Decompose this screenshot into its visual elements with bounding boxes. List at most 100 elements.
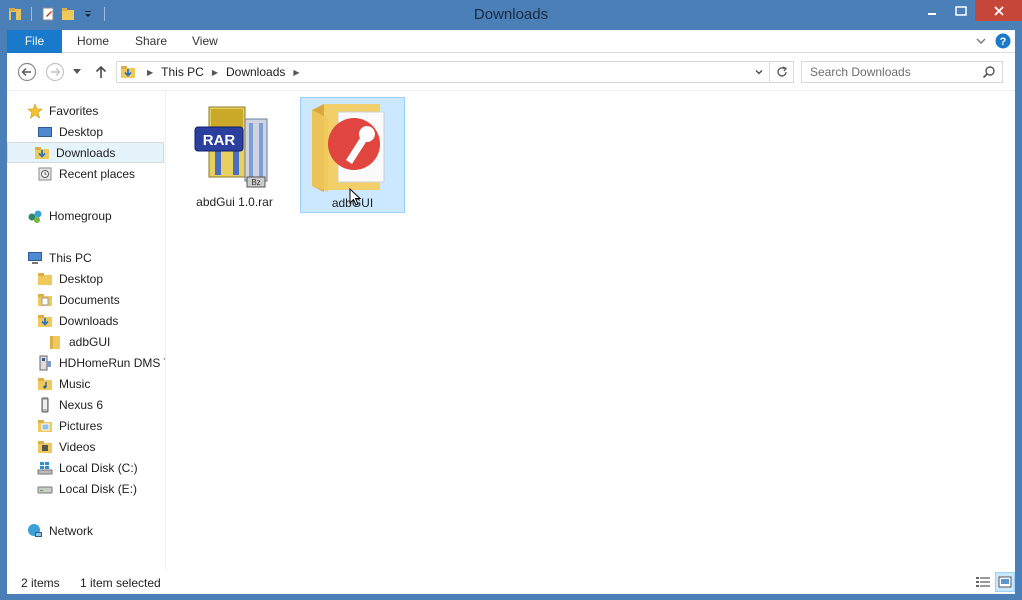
nav-pc-adbgui-label: adbGUI: [69, 334, 111, 349]
nav-network-label: Network: [49, 523, 94, 538]
large-icons-view-icon[interactable]: [995, 572, 1015, 592]
nav-favorites[interactable]: Favorites: [27, 100, 98, 121]
adbgui-folder-icon: [312, 104, 385, 192]
details-view-icon[interactable]: [973, 572, 993, 592]
nav-pc-desktop-label: Desktop: [59, 271, 104, 286]
file-list: RAR Bz abdGui 1.0.rar adbGUI: [166, 91, 1015, 570]
nav-pc-downloads[interactable]: Downloads: [37, 310, 118, 331]
nav-this-pc[interactable]: This PC: [27, 247, 92, 268]
expand-ribbon-icon[interactable]: [975, 35, 987, 50]
refresh-button[interactable]: [770, 61, 794, 83]
folder-item-selected[interactable]: adbGUI: [300, 97, 405, 213]
view-switcher: [973, 572, 1015, 592]
address-row: ▶ This PC ▶ Downloads ▶ Search Downloads: [7, 53, 1015, 91]
nav-pc-videos-label: Videos: [59, 439, 96, 454]
recent-places-icon: [37, 166, 53, 182]
forward-button[interactable]: [44, 61, 66, 83]
nav-recent-places[interactable]: Recent places: [37, 163, 135, 184]
rar-archive-icon: RAR Bz: [194, 106, 268, 188]
address-dropdown-icon[interactable]: [751, 64, 767, 80]
nav-pc-pictures[interactable]: Pictures: [37, 415, 102, 436]
search-icon[interactable]: [982, 65, 996, 82]
nav-pc-pictures-label: Pictures: [59, 418, 103, 433]
svg-text:Bz: Bz: [251, 178, 260, 187]
tab-view[interactable]: View: [192, 30, 218, 53]
address-bar[interactable]: ▶ This PC ▶ Downloads ▶: [116, 61, 770, 83]
nav-pc-nexus[interactable]: Nexus 6: [37, 394, 103, 415]
downloads-icon: [37, 313, 53, 329]
content-area: Favorites Desktop Downloads Recent place…: [7, 91, 1015, 570]
nav-this-pc-label: This PC: [49, 250, 92, 265]
nav-homegroup-label: Homegroup: [49, 208, 112, 223]
tab-file[interactable]: File: [7, 30, 62, 53]
nav-pc-local-e[interactable]: Local Disk (E:): [37, 478, 137, 499]
nav-pc-local-c-label: Local Disk (C:): [59, 460, 138, 475]
windows-drive-icon: [37, 460, 53, 476]
file-item[interactable]: RAR Bz abdGui 1.0.rar: [182, 97, 287, 213]
breadcrumb-separator: ▶: [293, 67, 300, 77]
homegroup-icon: [27, 208, 43, 224]
nav-pc-documents-label: Documents: [59, 292, 120, 307]
back-button[interactable]: [16, 61, 38, 83]
close-button[interactable]: [975, 0, 1022, 21]
up-button[interactable]: [90, 61, 112, 83]
window-controls: [917, 0, 1022, 21]
phone-icon: [37, 397, 53, 413]
nav-pc-downloads-label: Downloads: [59, 313, 119, 328]
computer-icon: [27, 250, 43, 266]
window-title: Downloads: [473, 6, 549, 23]
nav-network[interactable]: Network: [27, 520, 93, 541]
nav-pc-adbgui[interactable]: adbGUI: [47, 331, 110, 352]
nav-downloads-label: Downloads: [56, 145, 116, 160]
nav-pc-hdhomerun-label: HDHomeRun DMS T: [59, 355, 165, 370]
star-icon: [27, 102, 43, 119]
nav-desktop-label: Desktop: [59, 124, 104, 139]
folder-icon: [37, 271, 53, 287]
nav-homegroup[interactable]: Homegroup: [27, 205, 112, 226]
videos-folder-icon: [37, 439, 53, 455]
selection-count: 1 item selected: [80, 576, 161, 590]
breadcrumb-separator: ▶: [211, 67, 218, 77]
tab-share[interactable]: Share: [135, 30, 167, 53]
title-bar: Downloads: [0, 0, 1022, 30]
music-folder-icon: [37, 376, 53, 392]
network-icon: [27, 523, 43, 539]
nav-desktop[interactable]: Desktop: [37, 121, 103, 142]
nav-pc-music[interactable]: Music: [37, 373, 90, 394]
documents-icon: [37, 292, 53, 308]
folder-icon: [47, 334, 63, 350]
recent-locations-chevron-icon[interactable]: [69, 61, 85, 83]
ribbon: File Home Share View ?: [7, 30, 1015, 53]
downloads-icon: [34, 145, 50, 161]
nav-pc-music-label: Music: [59, 376, 91, 391]
explorer-window: Downloads File Home Share View ? ▶ This …: [0, 0, 1022, 600]
nav-pc-local-c[interactable]: Local Disk (C:): [37, 457, 138, 478]
nav-pc-desktop[interactable]: Desktop: [37, 268, 103, 289]
nav-pc-documents[interactable]: Documents: [37, 289, 120, 310]
downloads-folder-icon: [117, 64, 139, 80]
nav-pc-videos[interactable]: Videos: [37, 436, 95, 457]
nav-pc-nexus-label: Nexus 6: [59, 397, 104, 412]
breadcrumb-separator: ▶: [147, 67, 154, 77]
file-name: abdGui 1.0.rar: [196, 195, 273, 209]
pictures-folder-icon: [37, 418, 53, 434]
breadcrumb-downloads[interactable]: Downloads: [226, 65, 285, 79]
search-placeholder: Search Downloads: [810, 65, 911, 79]
search-box[interactable]: Search Downloads: [801, 61, 1003, 83]
nav-pc-hdhomerun[interactable]: HDHomeRun DMS T: [37, 352, 165, 373]
item-count: 2 items: [21, 576, 60, 590]
nav-downloads[interactable]: Downloads: [7, 142, 164, 163]
svg-text:?: ?: [1000, 36, 1007, 48]
help-icon[interactable]: ?: [995, 33, 1011, 52]
mouse-cursor-icon: [349, 188, 361, 206]
navigation-pane: Favorites Desktop Downloads Recent place…: [7, 91, 165, 570]
nav-recent-label: Recent places: [59, 166, 136, 181]
maximize-button[interactable]: [946, 0, 975, 21]
desktop-icon: [37, 124, 53, 140]
breadcrumb-this-pc[interactable]: This PC: [161, 65, 204, 79]
media-server-icon: [37, 355, 53, 371]
minimize-button[interactable]: [917, 0, 946, 21]
nav-favorites-label: Favorites: [49, 103, 99, 118]
tab-home[interactable]: Home: [77, 30, 109, 53]
nav-pc-local-e-label: Local Disk (E:): [59, 481, 138, 496]
